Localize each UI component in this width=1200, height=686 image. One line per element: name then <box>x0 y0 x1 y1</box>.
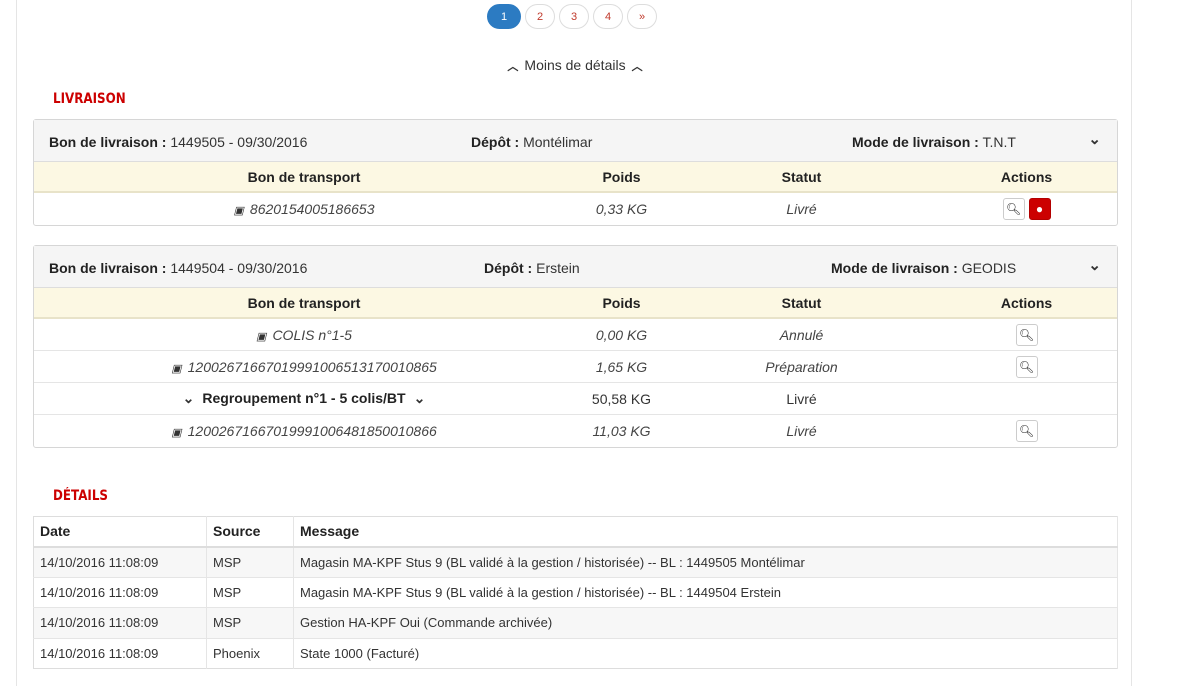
page-2-button[interactable]: 2 <box>525 4 555 29</box>
statut-cell: Annulé <box>779 326 824 343</box>
col-bon-transport: Bon de transport <box>247 294 361 311</box>
package-icon: ▣ <box>256 330 267 343</box>
page-3-button[interactable]: 3 <box>559 4 589 29</box>
transport-cell: ▣ 8620154005186653 <box>233 201 375 217</box>
col-bon-transport: Bon de transport <box>247 168 361 185</box>
table-row: 14/10/2016 11:08:09 Phoenix State 1000 (… <box>33 637 1118 669</box>
package-icon: ▣ <box>233 205 244 217</box>
details-title: DÉTAILS <box>53 488 108 504</box>
poids-cell: 11,03 KG <box>592 423 651 439</box>
details-toggle[interactable]: ︿ Moins de détails ︿ <box>17 57 1133 74</box>
table-row: ▣ 12002671667019991006513170010865 1,65 K… <box>34 351 1117 383</box>
date-cell: 14/10/2016 11:08:09 <box>33 546 207 577</box>
table-header: Bon de transport Poids Statut Actions <box>34 288 1117 319</box>
message-cell: Magasin MA-KPF Stus 9 (BL validé à la ge… <box>293 546 1118 577</box>
date-cell: 14/10/2016 11:08:09 <box>33 576 207 608</box>
table-row: 14/10/2016 11:08:09 MSP Magasin MA-KPF S… <box>33 546 1118 577</box>
date-cell: 14/10/2016 11:08:09 <box>33 637 207 669</box>
poids-cell: 0,33 KG <box>595 201 648 217</box>
date-cell: 14/10/2016 11:08:09 <box>33 607 207 638</box>
col-statut: Statut <box>781 294 822 311</box>
col-date: Date <box>33 516 207 548</box>
search-icon[interactable]: 🔍︎ <box>1015 355 1038 378</box>
actions-cell: 🔍︎ <box>979 420 1074 442</box>
globe-icon[interactable]: ● <box>1028 198 1051 220</box>
statut-cell: Préparation <box>765 358 838 375</box>
depot-field: Dépôt : Erstein <box>484 260 580 276</box>
source-cell: MSP <box>206 607 294 638</box>
source-cell: Phoenix <box>206 637 294 669</box>
package-icon: ▣ <box>171 427 182 439</box>
chevron-down-icon[interactable]: ⌄ <box>1088 256 1101 274</box>
page-4-button[interactable]: 4 <box>593 4 623 29</box>
transport-cell: ▣ COLIS n°1-5 <box>256 326 352 343</box>
col-message: Message <box>293 516 1118 548</box>
search-icon[interactable]: 🔍︎ <box>1015 420 1038 442</box>
details-table: Date Source Message 14/10/2016 11:08:09 … <box>33 516 1118 669</box>
chevron-up-icon: ︿ <box>507 61 519 73</box>
table-row: ▣ 8620154005186653 0,33 KG Livré 🔍︎ ● <box>34 193 1117 225</box>
transport-cell: ▣ 12002671667019991006513170010865 <box>171 358 437 375</box>
delivery-panel-header: Bon de livraison : 1449505 - 09/30/2016 … <box>34 120 1117 162</box>
actions-cell: 🔍︎ <box>979 355 1074 378</box>
table-row: ▣ 12002671667019991006481850010866 11,03 … <box>34 415 1117 447</box>
bon-livraison-field: Bon de livraison : 1449504 - 09/30/2016 <box>49 260 308 276</box>
col-actions: Actions <box>1000 294 1053 311</box>
mode-livraison-field: Mode de livraison : T.N.T <box>852 134 1016 150</box>
search-icon[interactable]: 🔍︎ <box>1002 198 1025 220</box>
table-row: 14/10/2016 11:08:09 MSP Magasin MA-KPF S… <box>33 576 1118 608</box>
livraison-title: LIVRAISON <box>53 91 126 107</box>
table-row: ▣ COLIS n°1-5 0,00 KG Annulé 🔍︎ <box>34 319 1117 351</box>
delivery-panel-1: Bon de livraison : 1449505 - 09/30/2016 … <box>33 119 1118 226</box>
search-icon[interactable]: 🔍︎ <box>1015 323 1038 346</box>
col-poids: Poids <box>602 294 641 311</box>
statut-cell: Livré <box>786 390 817 407</box>
message-cell: State 1000 (Facturé) <box>293 637 1118 669</box>
next-page-button[interactable]: » <box>627 4 657 29</box>
transport-cell: ▣ 12002671667019991006481850010866 <box>171 423 437 439</box>
package-icon: ▣ <box>171 362 182 375</box>
statut-cell: Livré <box>786 201 817 217</box>
poids-cell: 0,00 KG <box>595 326 648 343</box>
col-poids: Poids <box>602 168 641 185</box>
group-cell: ⌄ Regroupement n°1 - 5 colis/BT ⌄ <box>182 390 426 406</box>
delivery-panel-header: Bon de livraison : 1449504 - 09/30/2016 … <box>34 246 1117 288</box>
col-source: Source <box>206 516 294 548</box>
table-row: 14/10/2016 11:08:09 MSP Gestion HA-KPF O… <box>33 607 1118 638</box>
col-actions: Actions <box>1000 168 1053 185</box>
table-header: Bon de transport Poids Statut Actions <box>34 162 1117 193</box>
details-toggle-label: Moins de détails <box>524 57 626 73</box>
page-1-button[interactable]: 1 <box>487 4 521 29</box>
pagination: 1 2 3 4 » <box>487 4 657 29</box>
details-header-row: Date Source Message <box>33 516 1118 548</box>
chevron-down-icon: ⌄ <box>413 390 426 406</box>
actions-cell: 🔍︎ <box>979 323 1074 346</box>
source-cell: MSP <box>206 546 294 577</box>
delivery-panel-2: Bon de livraison : 1449504 - 09/30/2016 … <box>33 245 1118 448</box>
source-cell: MSP <box>206 576 294 608</box>
depot-field: Dépôt : Montélimar <box>471 134 593 150</box>
bon-livraison-field: Bon de livraison : 1449505 - 09/30/2016 <box>49 134 308 150</box>
group-row[interactable]: ⌄ Regroupement n°1 - 5 colis/BT ⌄ 50,58 KG… <box>34 383 1117 415</box>
poids-cell: 50,58 KG <box>591 390 652 407</box>
mode-livraison-field: Mode de livraison : GEODIS <box>831 260 1017 276</box>
chevron-up-icon: ︿ <box>631 61 643 73</box>
page-container: 1 2 3 4 » ︿ Moins de détails ︿ LIVRAISON B… <box>16 0 1132 686</box>
statut-cell: Livré <box>786 423 817 439</box>
actions-cell: 🔍︎ ● <box>979 198 1074 220</box>
chevron-down-icon: ⌄ <box>182 390 195 406</box>
poids-cell: 1,65 KG <box>595 358 648 375</box>
col-statut: Statut <box>781 168 822 185</box>
message-cell: Magasin MA-KPF Stus 9 (BL validé à la ge… <box>293 576 1118 608</box>
message-cell: Gestion HA-KPF Oui (Commande archivée) <box>293 607 1118 638</box>
chevron-down-icon[interactable]: ⌄ <box>1088 130 1101 148</box>
